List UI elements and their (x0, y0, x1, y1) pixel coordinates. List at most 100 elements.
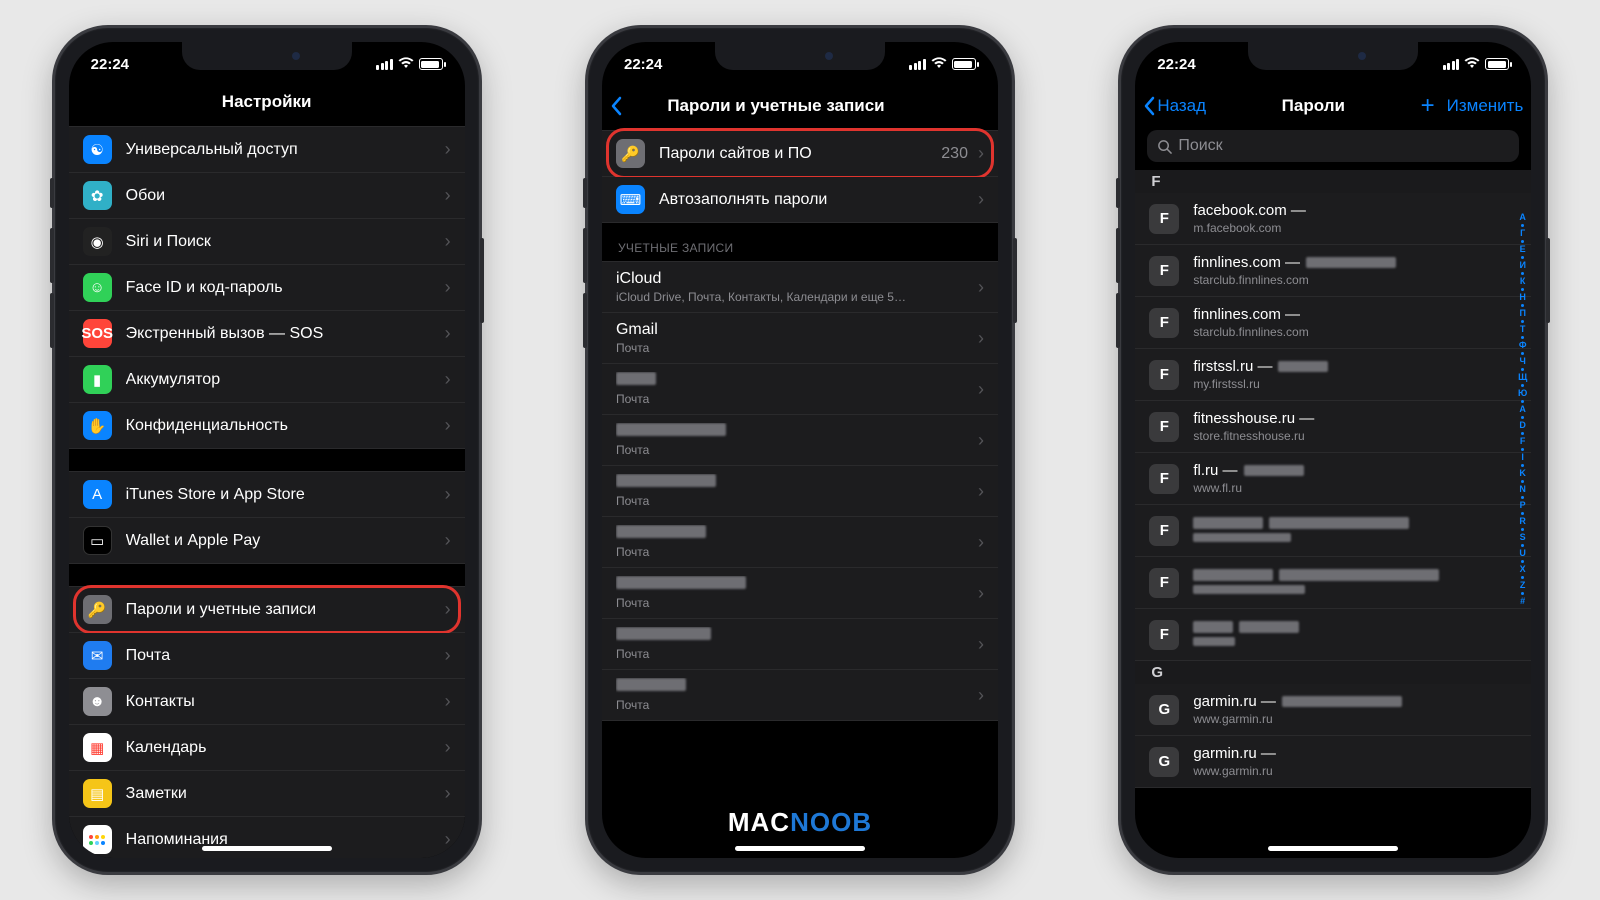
account-row-acct6[interactable]: Почта› (602, 517, 998, 568)
password-row[interactable]: Ffinnlines.com —starclub.finnlines.com (1135, 245, 1531, 297)
add-button[interactable]: + (1421, 94, 1435, 118)
account-row-acct4[interactable]: Почта› (602, 415, 998, 466)
chevron-right-icon: › (445, 139, 451, 160)
index-char[interactable]: R (1519, 516, 1526, 527)
settings-row-privacy[interactable]: ✋Конфиденциальность› (69, 403, 465, 449)
password-row[interactable]: Ggarmin.ru —www.garmin.ru (1135, 684, 1531, 736)
signal-icon (909, 59, 926, 70)
mail-icon: ✉ (83, 641, 112, 670)
password-row[interactable]: F (1135, 505, 1531, 557)
back-button[interactable] (610, 96, 622, 116)
battery-icon (1485, 58, 1509, 70)
index-char[interactable]: S (1520, 532, 1526, 543)
settings-row-siri[interactable]: ◉Siri и Поиск› (69, 219, 465, 265)
index-char[interactable]: P (1520, 500, 1526, 511)
chevron-right-icon: › (445, 599, 451, 620)
password-row[interactable]: Ffitnesshouse.ru —store.fitnesshouse.ru (1135, 401, 1531, 453)
account-label (616, 627, 974, 645)
password-row[interactable]: Ffirstssl.ru —my.firstssl.ru (1135, 349, 1531, 401)
password-row[interactable]: Ffl.ru —www.fl.ru (1135, 453, 1531, 505)
home-indicator[interactable] (202, 846, 332, 851)
index-char[interactable]: Ю (1518, 388, 1527, 399)
settings-row-wallet[interactable]: ▭Wallet и Apple Pay› (69, 518, 465, 564)
index-char[interactable]: D (1519, 420, 1526, 431)
index-char[interactable]: Ч (1520, 356, 1526, 367)
password-row[interactable]: F (1135, 557, 1531, 609)
account-sub: Почта (616, 392, 974, 406)
settings-row-wallpaper[interactable]: ✿Обои› (69, 173, 465, 219)
wifi-icon (1464, 56, 1480, 73)
row-label: Пароли сайтов и ПО (659, 145, 941, 163)
row-site-passwords[interactable]: 🔑Пароли сайтов и ПО230› (602, 130, 998, 177)
chevron-right-icon: › (445, 185, 451, 206)
chevron-right-icon: › (445, 645, 451, 666)
account-row-acct5[interactable]: Почта › (602, 466, 998, 517)
chevron-left-icon (1143, 96, 1155, 116)
sos-icon: SOS (83, 319, 112, 348)
password-row[interactable]: Ffinnlines.com —starclub.finnlines.com (1135, 297, 1531, 349)
home-indicator[interactable] (735, 846, 865, 851)
settings-row-faceid[interactable]: ☺Face ID и код-пароль› (69, 265, 465, 311)
index-bar[interactable]: АГЕИКНПТФЧЩЮADFIKNPRSUXZ # (1518, 212, 1527, 607)
chevron-right-icon: › (445, 484, 451, 505)
password-row[interactable]: F (1135, 609, 1531, 661)
index-char[interactable]: П (1519, 308, 1525, 319)
settings-row-contacts[interactable]: ☻Контакты› (69, 679, 465, 725)
settings-row-notes[interactable]: ▤Заметки› (69, 771, 465, 817)
index-char[interactable]: N (1519, 484, 1526, 495)
settings-row-sos[interactable]: SOSЭкстренный вызов — SOS› (69, 311, 465, 357)
account-row-acct8[interactable]: Почта› (602, 619, 998, 670)
account-row-gmail[interactable]: GmailПочта› (602, 313, 998, 364)
edit-button[interactable]: Изменить (1447, 96, 1524, 116)
password-sub (1193, 583, 1517, 597)
chevron-right-icon: › (445, 369, 451, 390)
index-char[interactable]: Ф (1519, 340, 1527, 351)
password-row[interactable]: Ggarmin.ru —www.garmin.ru (1135, 736, 1531, 788)
index-char[interactable]: K (1519, 468, 1526, 479)
search-input[interactable]: Поиск (1147, 130, 1519, 162)
status-time: 22:24 (624, 56, 662, 73)
privacy-icon: ✋ (83, 411, 112, 440)
index-char[interactable]: Н (1519, 292, 1526, 303)
search-icon (1157, 139, 1172, 154)
phone-1: 22:24 Настройки ☯Универсальный доступ›✿О… (52, 25, 482, 875)
account-sub: Почта (616, 494, 974, 508)
settings-row-accessibility[interactable]: ☯Универсальный доступ› (69, 126, 465, 173)
wifi-icon (931, 56, 947, 73)
index-char[interactable]: К (1520, 276, 1526, 287)
home-indicator[interactable] (1268, 846, 1398, 851)
settings-row-battery[interactable]: ▮Аккумулятор› (69, 357, 465, 403)
account-row-acct9[interactable]: Почта› (602, 670, 998, 721)
index-char[interactable]: U (1519, 548, 1526, 559)
row-label: Wallet и Apple Pay (126, 532, 441, 550)
index-char[interactable]: A (1519, 404, 1526, 415)
index-char[interactable]: Г (1520, 228, 1525, 239)
index-char[interactable]: А (1519, 212, 1526, 223)
settings-row-calendar[interactable]: ▦Календарь› (69, 725, 465, 771)
index-char[interactable]: # (1520, 596, 1525, 607)
accessibility-icon: ☯ (83, 135, 112, 164)
settings-row-reminders[interactable]: Напоминания› (69, 817, 465, 858)
row-label: Заметки (126, 785, 441, 803)
account-row-icloud[interactable]: iCloudiCloud Drive, Почта, Контакты, Кал… (602, 261, 998, 313)
index-char[interactable]: Z (1520, 580, 1526, 591)
chevron-right-icon: › (978, 143, 984, 164)
index-char[interactable]: F (1520, 436, 1526, 447)
row-autofill[interactable]: ⌨Автозаполнять пароли› (602, 177, 998, 223)
account-row-acct3[interactable]: Почта› (602, 364, 998, 415)
index-char[interactable]: Т (1520, 324, 1526, 335)
site-passwords-icon: 🔑 (616, 139, 645, 168)
password-title: fitnesshouse.ru — (1193, 410, 1517, 427)
index-char[interactable]: Е (1520, 244, 1526, 255)
settings-row-store[interactable]: AiTunes Store и App Store› (69, 471, 465, 518)
account-row-acct7[interactable]: Почта› (602, 568, 998, 619)
index-char[interactable]: И (1519, 260, 1525, 271)
chevron-right-icon: › (978, 481, 984, 502)
password-row[interactable]: Ffacebook.com —m.facebook.com (1135, 193, 1531, 245)
index-char[interactable]: Щ (1518, 372, 1527, 383)
settings-row-mail[interactable]: ✉Почта› (69, 633, 465, 679)
settings-row-passwords[interactable]: 🔑Пароли и учетные записи› (69, 586, 465, 633)
index-char[interactable]: X (1520, 564, 1526, 575)
index-char[interactable]: I (1521, 452, 1524, 463)
back-button[interactable]: Назад (1143, 96, 1206, 116)
